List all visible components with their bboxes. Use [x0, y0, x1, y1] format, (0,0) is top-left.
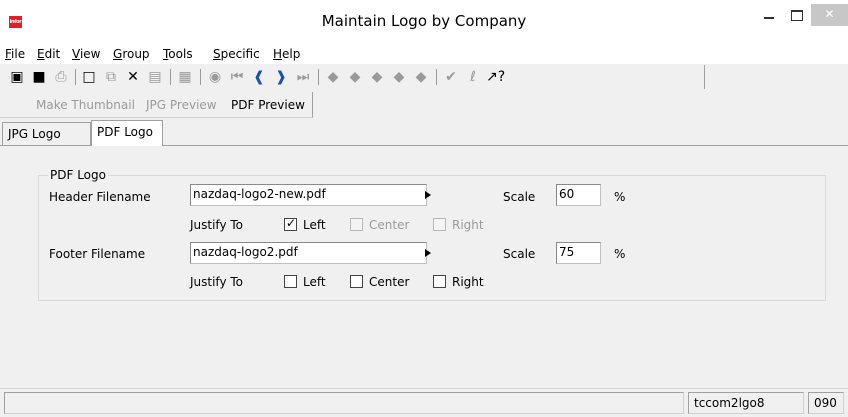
footer-left-label: Left: [303, 275, 326, 289]
menu-view[interactable]: View: [72, 47, 100, 61]
menu-tools[interactable]: Tools: [163, 47, 193, 61]
footer-center-checkbox[interactable]: [350, 275, 363, 288]
header-right-label: Right: [452, 218, 484, 232]
footer-scale-field[interactable]: 75: [556, 242, 601, 264]
last-record-icon[interactable]: ⏭: [294, 68, 312, 86]
menu-group[interactable]: Group: [113, 47, 150, 61]
group-icon-5[interactable]: ◆: [412, 68, 430, 86]
menu-edit[interactable]: Edit: [37, 47, 60, 61]
header-right-checkbox[interactable]: [433, 218, 446, 231]
minimize-button[interactable]: [755, 4, 783, 26]
header-scale-label: Scale: [503, 190, 536, 204]
footer-right-checkbox[interactable]: [433, 275, 446, 288]
header-filename-field[interactable]: nazdaq-logo2-new.pdf: [190, 184, 427, 206]
footer-left-checkbox[interactable]: [284, 275, 297, 288]
attachment-document-icon[interactable]: ▤: [146, 68, 164, 86]
tab-jpg-logo[interactable]: JPG Logo: [2, 122, 91, 146]
menu-bar: File Edit View Group Tools Specific Help: [0, 44, 848, 64]
delete-icon[interactable]: ✕: [124, 68, 142, 86]
pdf-logo-panel: PDF Logo Header Filename nazdaq-logo2-ne…: [0, 146, 848, 380]
find-icon[interactable]: ◉: [206, 68, 224, 86]
group-icon-2[interactable]: ◆: [346, 68, 364, 86]
text-icon[interactable]: ▦: [176, 68, 194, 86]
previous-record-icon[interactable]: ❰: [250, 68, 268, 86]
footer-percent-label: %: [614, 247, 626, 261]
footer-filename-label: Footer Filename: [49, 247, 146, 261]
header-percent-label: %: [614, 190, 626, 204]
header-center-label: Center: [369, 218, 410, 232]
copy-icon[interactable]: ⧉: [102, 68, 120, 86]
group-icon-1[interactable]: ◆: [324, 68, 342, 86]
application-window: infor Maintain Logo by Company ✕ File Ed…: [0, 0, 848, 417]
title-bar: infor Maintain Logo by Company ✕: [0, 0, 848, 44]
group-icon-4[interactable]: ◆: [390, 68, 408, 86]
make-thumbnail-button[interactable]: Make Thumbnail: [36, 98, 135, 112]
save-icon[interactable]: ■: [30, 68, 48, 86]
company-code: 090: [808, 392, 844, 414]
header-left-label: Left: [303, 218, 326, 232]
close-button[interactable]: ✕: [811, 4, 848, 26]
footer-scale-label: Scale: [503, 247, 536, 261]
status-bar: tccom2lgo8 090: [0, 388, 848, 417]
group-icon-3[interactable]: ◆: [368, 68, 386, 86]
sub-toolbar: Make Thumbnail JPG Preview PDF Preview: [0, 92, 848, 118]
save-and-exit-icon[interactable]: ▣: [8, 68, 26, 86]
jpg-preview-button[interactable]: JPG Preview: [146, 98, 217, 112]
footer-right-label: Right: [452, 275, 484, 289]
tab-strip: JPG Logo PDF Logo: [0, 120, 848, 146]
menu-help[interactable]: Help: [273, 47, 300, 61]
footer-justify-label: Justify To: [190, 275, 243, 289]
footer-filename-arrow-icon[interactable]: [423, 246, 433, 260]
header-filename-arrow-icon[interactable]: [423, 188, 433, 202]
checkmark-icon: ✓: [286, 216, 297, 230]
header-justify-label: Justify To: [190, 218, 243, 232]
menu-file[interactable]: File: [5, 47, 25, 61]
tab-pdf-logo[interactable]: PDF Logo: [91, 120, 163, 146]
check-icon[interactable]: ✔: [442, 68, 460, 86]
help-pointer-icon[interactable]: ↗?: [486, 68, 505, 86]
pdf-preview-button[interactable]: PDF Preview: [231, 98, 305, 112]
group-title: PDF Logo: [48, 168, 108, 182]
footer-center-label: Center: [369, 275, 410, 289]
menu-specific[interactable]: Specific: [213, 47, 260, 61]
new-document-icon[interactable]: □: [80, 68, 98, 86]
status-message: [4, 392, 684, 414]
next-record-icon[interactable]: ❱: [272, 68, 290, 86]
main-toolbar: ▣ ■ ⎙ □ ⧉ ✕ ▤ ▦ ◉ ⏮ ❰ ❱ ⏭ ◆ ◆ ◆ ◆ ◆ ✔ ℓ …: [0, 64, 848, 90]
header-filename-label: Header Filename: [49, 190, 151, 204]
header-scale-field[interactable]: 60: [556, 184, 601, 206]
print-icon[interactable]: ⎙: [52, 68, 70, 86]
header-left-checkbox[interactable]: ✓: [284, 216, 297, 231]
window-title: Maintain Logo by Company: [321, 12, 527, 30]
paperclip-icon[interactable]: ℓ: [464, 68, 482, 86]
session-code: tccom2lgo8: [688, 392, 804, 414]
first-record-icon[interactable]: ⏮: [228, 68, 246, 86]
maximize-button[interactable]: [783, 4, 811, 26]
footer-filename-field[interactable]: nazdaq-logo2.pdf: [190, 242, 427, 264]
header-center-checkbox[interactable]: [350, 218, 363, 231]
